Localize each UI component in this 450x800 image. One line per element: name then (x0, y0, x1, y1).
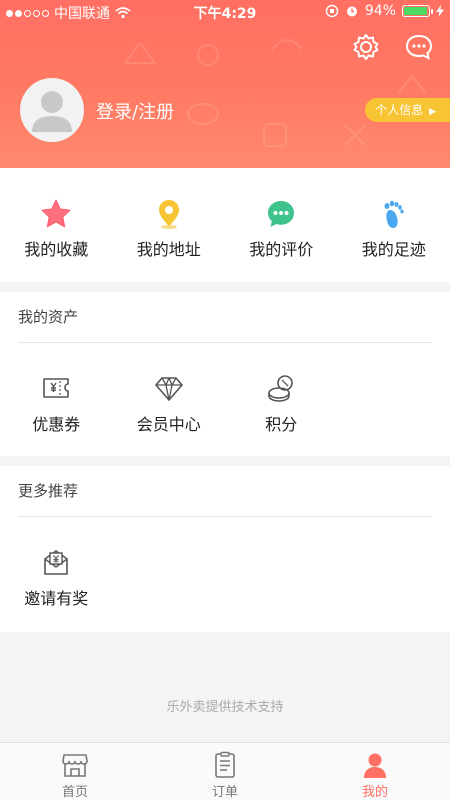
tab-label: 我的 (361, 785, 388, 800)
shortcut-label: 我的评价 (249, 240, 314, 259)
location-pin-icon (158, 200, 179, 229)
shortcut-label: 我的收藏 (24, 240, 89, 259)
more-label: 邀请有奖 (24, 589, 89, 608)
star-icon (41, 199, 71, 228)
comment-icon (268, 201, 295, 227)
decor-doodle-icon (197, 44, 219, 66)
shortcut-row: 我的收藏 我的地址 我的评价 我的足迹 (0, 168, 450, 282)
order-list-icon (215, 751, 235, 778)
asset-label: 会员中心 (136, 415, 201, 434)
section-title: 更多推荐 (18, 482, 79, 500)
asset-label: 积分 (265, 415, 298, 434)
invite-gift-icon (44, 550, 69, 575)
decor-doodle-icon (344, 124, 366, 146)
shortcut-footprints[interactable]: 我的足迹 (338, 168, 450, 282)
tech-support-footer: 乐外卖提供技术支持 (166, 700, 284, 715)
more-section: 更多推荐 邀请有奖 (0, 466, 450, 632)
tab-orders[interactable]: 订单 (150, 743, 300, 800)
profile-header: 中国联通 下午4:29 94% 登录/注册 个人信息 ▶ (0, 0, 450, 168)
message-bubble-icon[interactable] (404, 32, 434, 62)
alarm-icon (346, 6, 357, 17)
coins-icon (268, 375, 294, 402)
person-icon (364, 753, 386, 778)
invite-rewards[interactable]: 邀请有奖 (0, 517, 113, 609)
decor-doodle-icon (397, 74, 427, 95)
personal-info-button[interactable]: 个人信息 ▶ (365, 98, 450, 122)
settings-gear-icon[interactable] (351, 32, 381, 62)
asset-coupons[interactable]: 优惠券 (0, 343, 113, 435)
diamond-icon (154, 377, 183, 401)
decor-doodle-icon (271, 39, 303, 51)
avatar[interactable] (20, 78, 84, 142)
tab-label: 首页 (61, 785, 88, 800)
status-bar: 中国联通 下午4:29 94% (0, 0, 450, 24)
personal-info-label: 个人信息 (375, 103, 424, 117)
asset-membership[interactable]: 会员中心 (113, 343, 226, 435)
tab-label: 订单 (211, 785, 238, 800)
battery-percent: 94% (364, 3, 396, 19)
login-register-link[interactable]: 登录/注册 (96, 98, 174, 124)
decor-doodle-icon (123, 41, 157, 64)
tab-bar: 首页 订单 我的 (0, 742, 450, 800)
chevron-right-icon: ▶ (429, 107, 436, 117)
battery-icon (402, 5, 433, 17)
shortcut-reviews[interactable]: 我的评价 (225, 168, 338, 282)
shortcut-label: 我的地址 (136, 240, 201, 259)
tab-home[interactable]: 首页 (0, 743, 150, 800)
coupon-icon (43, 378, 70, 398)
footprint-icon (384, 200, 404, 228)
section-title: 我的资产 (18, 308, 79, 326)
shortcut-address[interactable]: 我的地址 (113, 168, 226, 282)
tab-mine[interactable]: 我的 (300, 743, 450, 800)
asset-points[interactable]: 积分 (225, 343, 338, 435)
store-icon (62, 754, 88, 777)
assets-section: 我的资产 优惠券 会员中心 积分 (0, 292, 450, 456)
decor-doodle-icon (187, 103, 219, 125)
charging-bolt-icon (436, 5, 444, 17)
shortcut-favorites[interactable]: 我的收藏 (0, 168, 113, 282)
asset-label: 优惠券 (32, 415, 81, 434)
decor-doodle-icon (263, 123, 287, 147)
shortcut-label: 我的足迹 (361, 240, 426, 259)
orientation-lock-icon (325, 4, 339, 18)
default-avatar-icon (32, 91, 72, 132)
